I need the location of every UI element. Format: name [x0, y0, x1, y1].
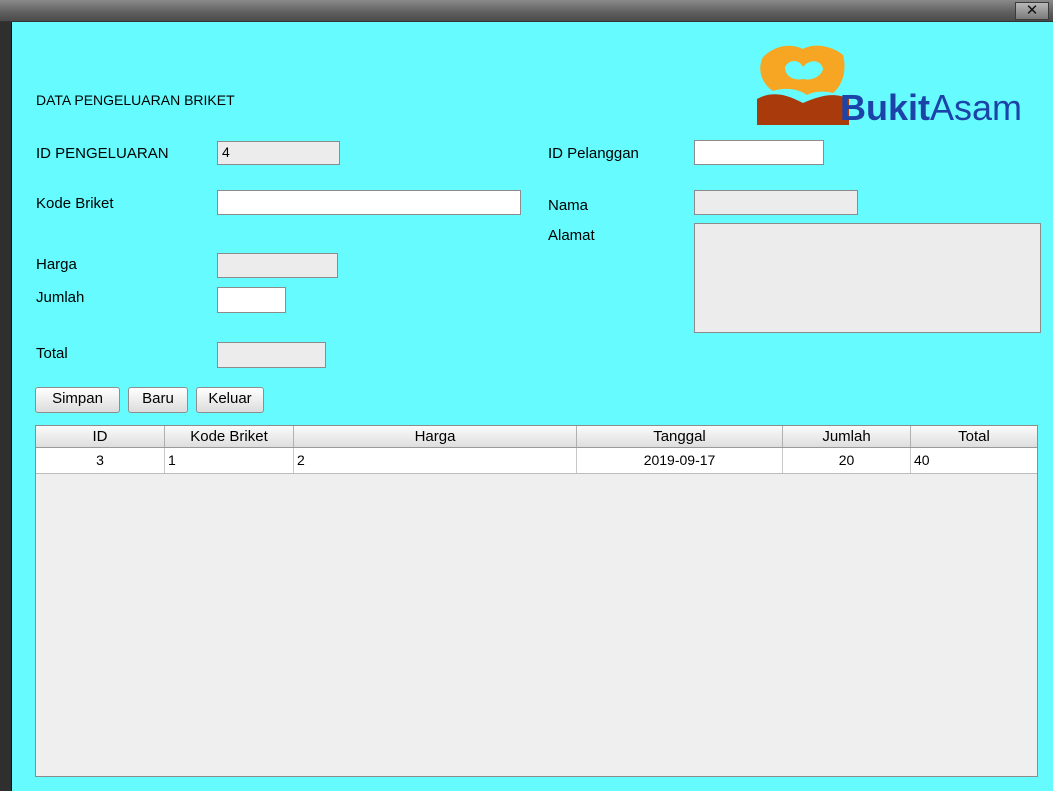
window-left-border — [0, 22, 12, 791]
column-header-id[interactable]: ID — [36, 426, 165, 447]
column-header-total[interactable]: Total — [911, 426, 1037, 447]
cell-id: 3 — [36, 448, 165, 473]
logo-orange-shape — [760, 45, 845, 95]
alamat-field[interactable] — [694, 223, 1041, 333]
jumlah-field[interactable] — [217, 287, 286, 313]
table-header: ID Kode Briket Harga Tanggal Jumlah Tota… — [36, 426, 1037, 448]
nama-label: Nama — [548, 197, 589, 214]
harga-label: Harga — [36, 256, 77, 273]
form-title: DATA PENGELUARAN BRIKET — [36, 92, 235, 108]
id-pengeluaran-field[interactable]: 4 — [217, 141, 340, 165]
id-pengeluaran-label: ID PENGELUARAN — [36, 145, 169, 162]
simpan-button[interactable]: Simpan — [35, 387, 120, 413]
column-header-jumlah[interactable]: Jumlah — [783, 426, 911, 447]
window-titlebar: ✕ — [0, 0, 1053, 22]
cell-harga: 2 — [294, 448, 577, 473]
nama-field[interactable] — [694, 190, 858, 215]
cell-tanggal: 2019-09-17 — [577, 448, 783, 473]
logo-text: BukitAsam — [840, 87, 1023, 128]
column-header-tanggal[interactable]: Tanggal — [577, 426, 783, 447]
cell-total: 40 — [914, 452, 930, 468]
column-header-kode-briket[interactable]: Kode Briket — [165, 426, 294, 447]
harga-field[interactable] — [217, 253, 338, 278]
total-field[interactable] — [217, 342, 326, 368]
cell-kode-briket: 1 — [165, 448, 294, 473]
total-label: Total — [36, 345, 68, 362]
close-icon[interactable]: ✕ — [1015, 2, 1049, 20]
id-pelanggan-field[interactable] — [694, 140, 824, 165]
table-row[interactable]: 3 1 2 2019-09-17 20 40 — [36, 448, 1037, 474]
kode-briket-label: Kode Briket — [36, 195, 114, 212]
baru-button[interactable]: Baru — [128, 387, 188, 413]
id-pelanggan-label: ID Pelanggan — [548, 145, 639, 162]
logo-brown-wave — [757, 94, 849, 125]
keluar-button[interactable]: Keluar — [196, 387, 264, 413]
column-header-harga[interactable]: Harga — [294, 426, 577, 447]
alamat-label: Alamat — [548, 227, 595, 244]
pengeluaran-table[interactable]: ID Kode Briket Harga Tanggal Jumlah Tota… — [35, 425, 1038, 777]
kode-briket-field[interactable] — [217, 190, 521, 215]
jumlah-label: Jumlah — [36, 289, 85, 306]
cell-jumlah: 20 — [783, 448, 911, 473]
